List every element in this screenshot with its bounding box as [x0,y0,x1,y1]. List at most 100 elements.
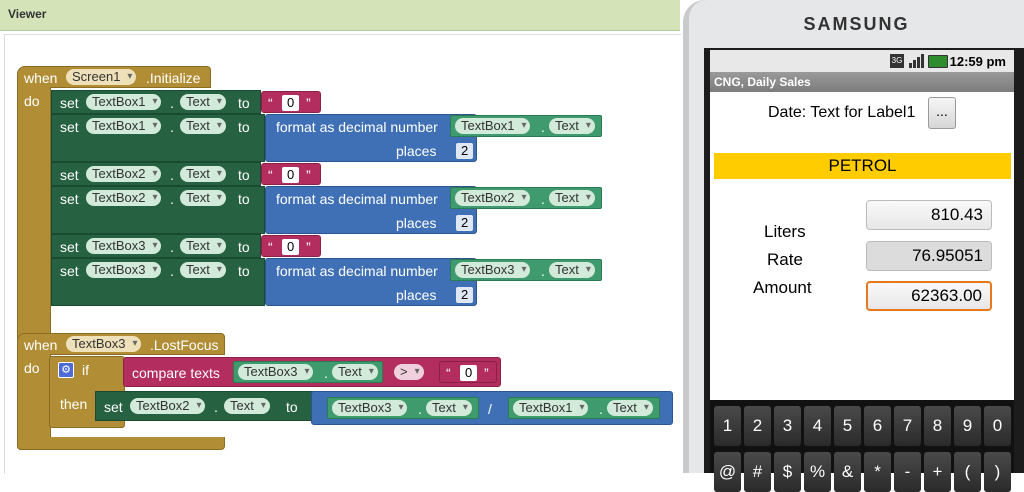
key-7[interactable]: 7 [894,406,921,446]
component-dropdown[interactable]: TextBox3 [86,262,162,278]
getter-block-textbox3-text[interactable]: TextBox3 . Text [327,397,479,419]
date-picker-button[interactable]: ... [928,97,956,129]
event-block-textbox3-lostfocus[interactable]: when TextBox3 .LostFocus [17,333,225,355]
key-5[interactable]: 5 [834,406,861,446]
format-decimal-label: format as decimal number [276,119,438,135]
property-dropdown[interactable]: Text [180,94,226,110]
symbol-key[interactable]: & [834,452,861,492]
places-number-field[interactable]: 2 [456,287,474,303]
set-block-textbox2-zero[interactable]: set TextBox2 . Text to [51,162,261,186]
component-dropdown[interactable]: TextBox3 [66,336,142,352]
component-dropdown[interactable]: TextBox1 [86,118,162,134]
text-literal-block[interactable]: “ 0 ” [261,91,321,113]
property-dropdown[interactable]: Text [224,398,270,414]
property-dropdown[interactable]: Text [607,400,653,416]
component-dropdown[interactable]: TextBox3 [332,400,408,416]
component-dropdown[interactable]: TextBox1 [86,94,162,110]
property-dropdown[interactable]: Text [332,364,378,380]
symbol-key[interactable]: * [864,452,891,492]
operator-dropdown[interactable]: > [394,364,424,380]
symbol-key[interactable]: @ [714,452,741,492]
open-quote: “ [268,167,273,183]
property-dropdown[interactable]: Text [549,118,595,134]
key-0[interactable]: 0 [984,406,1011,446]
text-literal-field[interactable]: 0 [282,239,300,255]
to-label: to [238,95,250,111]
text-literal-field[interactable]: 0 [460,365,478,381]
property-dropdown[interactable]: Text [180,118,226,134]
close-quote: ” [306,239,311,255]
key-3[interactable]: 3 [774,406,801,446]
places-label: places [396,143,437,159]
symbol-key[interactable]: ) [984,452,1011,492]
property-dropdown[interactable]: Text [180,262,226,278]
component-dropdown[interactable]: TextBox1 [455,118,531,134]
getter-block-textbox1-text[interactable]: TextBox1 . Text [508,397,660,419]
event-block-screen1-initialize[interactable]: when Screen1 .Initialize [17,66,211,88]
symbol-key[interactable]: - [894,452,921,492]
set-block-textbox3-zero[interactable]: set TextBox3 . Text to [51,234,261,258]
close-quote: ” [306,95,311,111]
text-literal-block[interactable]: “ 0 ” [261,235,321,257]
component-dropdown[interactable]: TextBox2 [86,166,162,182]
amount-textbox[interactable]: 62363.00 [866,281,992,311]
if-label: if [82,362,89,378]
component-dropdown[interactable]: TextBox3 [238,364,314,380]
getter-block-textbox1-text[interactable]: TextBox1 . Text [450,115,602,137]
set-block-textbox3-format[interactable]: set TextBox3 . Text to [51,258,265,306]
component-dropdown[interactable]: TextBox1 [513,400,589,416]
getter-block-textbox3-text[interactable]: TextBox3 . Text [450,259,602,281]
property-dropdown[interactable]: Text [180,190,226,206]
text-literal-field[interactable]: 0 [282,167,300,183]
app-title: CNG, Daily Sales [714,75,811,89]
when-label: when [24,337,58,353]
component-dropdown[interactable]: TextBox3 [86,238,162,254]
format-decimal-block[interactable]: format as decimal number places 2 [265,186,477,234]
component-dropdown[interactable]: TextBox2 [130,398,206,414]
set-block-textbox1-zero[interactable]: set TextBox1 . Text to [51,90,261,114]
set-block-textbox2-format[interactable]: set TextBox2 . Text to [51,186,265,234]
component-dropdown[interactable]: TextBox2 [86,190,162,206]
component-dropdown[interactable]: Screen1 [66,69,137,85]
key-9[interactable]: 9 [954,406,981,446]
key-2[interactable]: 2 [744,406,771,446]
property-dropdown[interactable]: Text [549,262,595,278]
blocks-workspace[interactable]: when Screen1 .Initialize do set TextBox1… [4,34,681,474]
component-dropdown[interactable]: TextBox2 [455,190,531,206]
key-6[interactable]: 6 [864,406,891,446]
gear-icon[interactable]: ⚙ [58,362,74,378]
property-dropdown[interactable]: Text [549,190,595,206]
event-block-body: do [17,354,51,450]
key-4[interactable]: 4 [804,406,831,446]
symbol-key[interactable]: % [804,452,831,492]
format-decimal-block[interactable]: format as decimal number places 2 [265,114,477,162]
component-dropdown[interactable]: TextBox3 [455,262,531,278]
places-number-field[interactable]: 2 [456,215,474,231]
to-label: to [286,399,298,415]
do-label: do [24,360,40,376]
places-number-field[interactable]: 2 [456,143,474,159]
key-1[interactable]: 1 [714,406,741,446]
key-8[interactable]: 8 [924,406,951,446]
text-literal-block[interactable]: “ 0 ” [261,163,321,185]
dot-label: . [170,263,174,279]
set-label: set [104,399,123,415]
property-dropdown[interactable]: Text [180,238,226,254]
text-literal-field[interactable]: 0 [282,95,300,111]
property-dropdown[interactable]: Text [426,400,472,416]
getter-block-textbox3-text[interactable]: TextBox3 . Text [233,361,383,383]
symbol-key[interactable]: $ [774,452,801,492]
rate-textbox[interactable]: 76.95051 [866,241,992,271]
symbol-key[interactable]: + [924,452,951,492]
format-decimal-block[interactable]: format as decimal number places 2 [265,258,477,306]
set-label: set [60,239,79,255]
set-block-textbox2-division[interactable]: set TextBox2 . Text to [95,391,315,421]
set-block-textbox1-format[interactable]: set TextBox1 . Text to [51,114,265,162]
symbol-key[interactable]: ( [954,452,981,492]
property-dropdown[interactable]: Text [180,166,226,182]
when-label: when [24,70,58,86]
liters-textbox[interactable]: 810.43 [866,200,992,230]
symbol-key[interactable]: # [744,452,771,492]
text-literal-block[interactable]: “ 0 ” [439,361,497,383]
getter-block-textbox2-text[interactable]: TextBox2 . Text [450,187,602,209]
